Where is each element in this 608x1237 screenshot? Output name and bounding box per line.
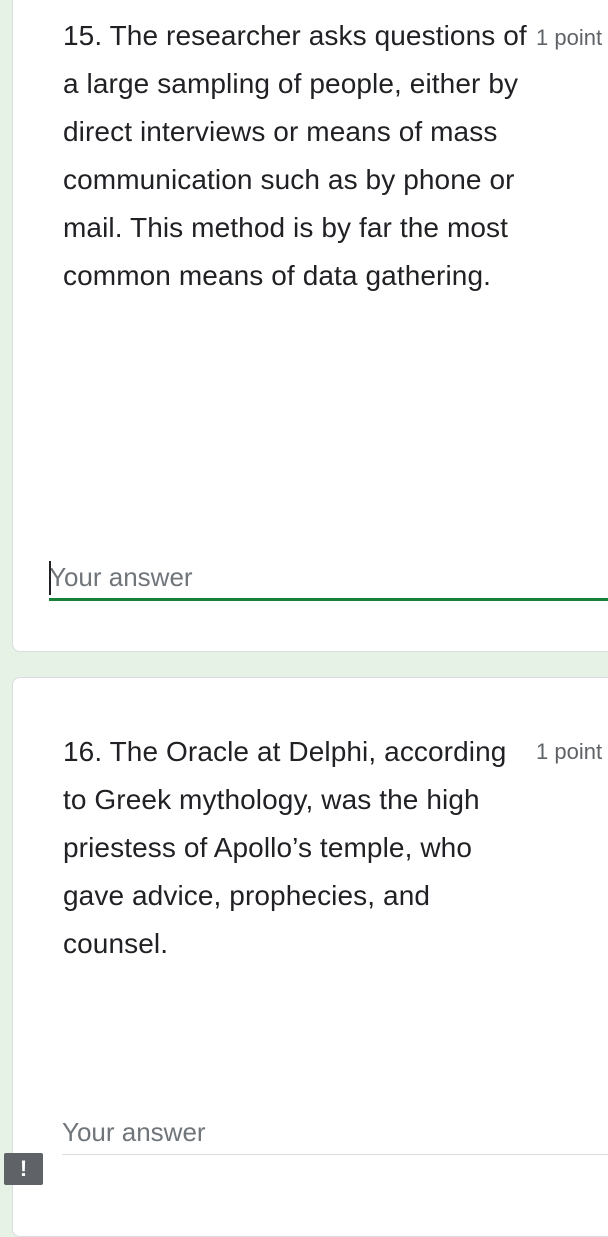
points-label: 1 point <box>536 25 603 50</box>
question-card-16: 16. The Oracle at Delphi, according to G… <box>12 677 608 1237</box>
points-label: 1 point <box>536 739 603 764</box>
answer-input-16[interactable] <box>62 1111 608 1155</box>
text-cursor <box>49 561 51 595</box>
question-text: 15. The researcher asks questions of a l… <box>63 20 527 291</box>
report-issue-button[interactable]: ! <box>4 1153 43 1185</box>
answer-input-15[interactable] <box>49 557 608 601</box>
question-card-15: 15. The researcher asks questions of a l… <box>12 0 608 652</box>
question-text: 16. The Oracle at Delphi, according to G… <box>63 736 507 959</box>
exclamation-icon: ! <box>19 1156 28 1181</box>
